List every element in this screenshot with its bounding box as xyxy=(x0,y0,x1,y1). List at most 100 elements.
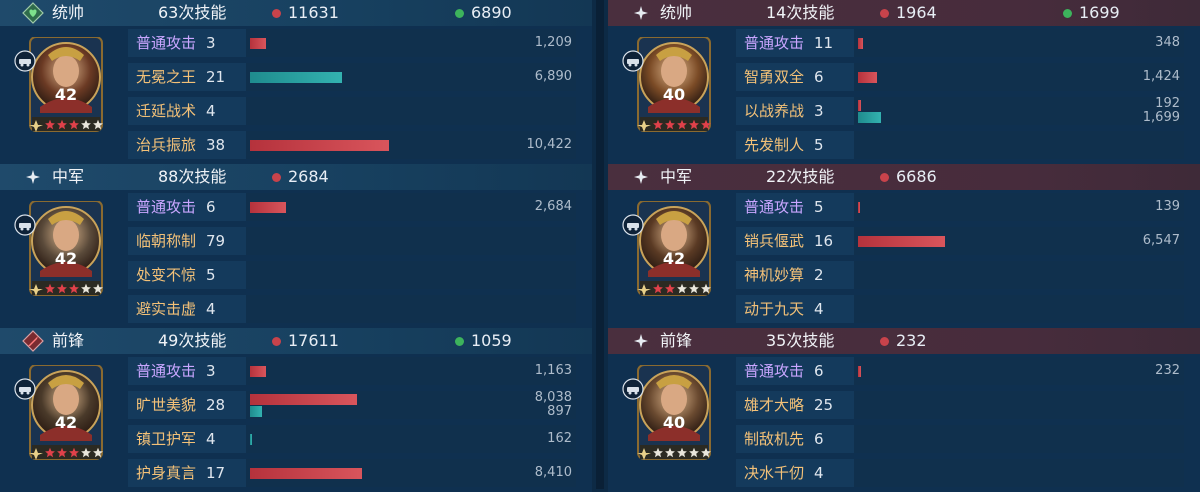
skill-name: 普通攻击 xyxy=(744,362,805,380)
skill-cast-count: 49次技能 xyxy=(158,331,227,350)
skill-row[interactable]: 避实击虚 4 xyxy=(128,292,578,326)
star-icon xyxy=(689,447,699,458)
skill-row[interactable]: 普通攻击 6 2,684 xyxy=(128,190,578,224)
rank-sparkle-icon xyxy=(29,284,43,296)
star-icon xyxy=(69,447,79,458)
skill-row[interactable]: 普通攻击 3 1,163 xyxy=(128,354,578,388)
skill-level: 6 xyxy=(206,198,216,216)
star-icon xyxy=(93,283,103,294)
skill-bar-track xyxy=(246,425,576,453)
star-icon xyxy=(69,119,79,130)
skill-bar-track xyxy=(854,97,1184,125)
damage-bar xyxy=(250,202,286,213)
skill-row[interactable]: 治兵振旅 38 10,422 xyxy=(128,128,578,162)
star-icon xyxy=(701,119,711,130)
skill-cast-count: 63次技能 xyxy=(158,3,227,22)
star-icon xyxy=(81,447,91,458)
skill-row[interactable]: 临朝称制 79 xyxy=(128,224,578,258)
star-icon xyxy=(45,119,55,130)
hero-level: 42 xyxy=(54,85,78,104)
skill-row[interactable]: 动于九天 4 xyxy=(736,292,1186,326)
skill-level: 4 xyxy=(814,300,824,318)
damage-value: 1,163 xyxy=(534,363,572,378)
skill-name: 智勇双全 xyxy=(744,68,805,86)
hero-body: 42 普通攻击 5 139 销兵偃武 16 6,547 神机妙算 2 动于九天 4 xyxy=(608,190,1200,328)
hero-level: 42 xyxy=(662,249,686,268)
skill-row[interactable]: 旷世美貌 28 8,038 897 xyxy=(128,388,578,422)
skill-level: 3 xyxy=(206,362,216,380)
skill-row[interactable]: 智勇双全 6 1,424 xyxy=(736,60,1186,94)
star-rating xyxy=(637,119,711,132)
damage-bar xyxy=(250,366,266,377)
skill-level: 4 xyxy=(814,464,824,482)
skill-row[interactable]: 普通攻击 11 348 xyxy=(736,26,1186,60)
star-icon xyxy=(57,447,67,458)
hero-header: 统帅 14次技能 1964 1699 xyxy=(608,0,1200,26)
sparkle-icon xyxy=(22,166,44,188)
skill-name: 普通攻击 xyxy=(744,34,805,52)
skill-level: 79 xyxy=(206,232,226,250)
skill-bar-track xyxy=(246,295,576,323)
skill-row[interactable]: 以战养战 3 192 1,699 xyxy=(736,94,1186,128)
skill-row[interactable]: 决水千仞 4 xyxy=(736,456,1186,490)
damage-total: 232 xyxy=(896,331,927,350)
skill-row[interactable]: 销兵偃武 16 6,547 xyxy=(736,224,1186,258)
sparkle-icon xyxy=(630,166,652,188)
skill-row[interactable]: 镇卫护军 4 162 xyxy=(128,422,578,456)
skill-bar-track xyxy=(246,227,576,255)
enemy-hero-block: 中军 22次技能 6686 42 普通攻击 5 139 销兵偃武 16 6,547 神机妙算 2 动于… xyxy=(608,164,1200,328)
star-icon xyxy=(653,447,663,458)
star-icon xyxy=(653,283,663,294)
heal-value: 6,890 xyxy=(534,69,572,84)
skill-level: 5 xyxy=(814,198,824,216)
heal-value: 897 xyxy=(547,404,572,419)
ally-hero-block: 统帅 63次技能 11631 6890 42 普通攻击 3 1,209 无冕之王 21 6,890… xyxy=(0,0,592,164)
skill-row[interactable]: 先发制人 5 xyxy=(736,128,1186,162)
damage-bar xyxy=(858,100,861,111)
skill-row[interactable]: 普通攻击 5 139 xyxy=(736,190,1186,224)
skill-cast-count: 14次技能 xyxy=(766,3,835,22)
sword-shield-icon xyxy=(22,330,44,352)
damage-total: 6686 xyxy=(896,167,937,186)
skill-row[interactable]: 普通攻击 3 1,209 xyxy=(128,26,578,60)
star-icon xyxy=(57,119,67,130)
skill-row[interactable]: 处变不惊 5 xyxy=(128,258,578,292)
enemy-side: 统帅 14次技能 1964 1699 40 普通攻击 11 348 智勇双全 6 1,424 以战养… xyxy=(608,0,1200,492)
star-icon xyxy=(57,283,67,294)
skill-row[interactable]: 雄才大略 25 xyxy=(736,388,1186,422)
skill-bar-track xyxy=(246,357,576,385)
damage-bar xyxy=(250,394,358,405)
hero-body: 42 普通攻击 6 2,684 临朝称制 79 处变不惊 5 避实击虚 4 xyxy=(0,190,592,328)
damage-bar xyxy=(858,72,877,83)
skill-row[interactable]: 制敌机先 6 xyxy=(736,422,1186,456)
skill-bar-track xyxy=(854,459,1184,487)
skill-name: 护身真言 xyxy=(136,464,197,482)
hero-body: 40 普通攻击 6 232 雄才大略 25 制敌机先 6 决水千仞 4 xyxy=(608,354,1200,492)
hero-role: 统帅 xyxy=(660,3,693,22)
skill-name: 制敌机先 xyxy=(744,430,805,448)
damage-value: 348 xyxy=(1155,35,1180,50)
skill-bar-track xyxy=(854,425,1184,453)
skill-row[interactable]: 神机妙算 2 xyxy=(736,258,1186,292)
skill-row[interactable]: 迁延战术 4 xyxy=(128,94,578,128)
heal-value: 162 xyxy=(547,431,572,446)
enemy-hero-block: 统帅 14次技能 1964 1699 40 普通攻击 11 348 智勇双全 6 1,424 以战养… xyxy=(608,0,1200,164)
damage-value: 1,209 xyxy=(534,35,572,50)
rank-sparkle-icon xyxy=(29,448,43,460)
damage-bar xyxy=(250,140,389,151)
star-icon xyxy=(45,447,55,458)
skill-level: 4 xyxy=(206,102,216,120)
skill-bar-track xyxy=(246,29,576,57)
skill-bar-track xyxy=(854,261,1184,289)
skill-row[interactable]: 普通攻击 6 232 xyxy=(736,354,1186,388)
star-icon xyxy=(665,447,675,458)
skill-name: 临朝称制 xyxy=(136,232,197,250)
skill-row[interactable]: 护身真言 17 8,410 xyxy=(128,456,578,490)
skill-row[interactable]: 无冕之王 21 6,890 xyxy=(128,60,578,94)
damage-bar xyxy=(250,468,363,479)
damage-total: 17611 xyxy=(288,331,339,350)
star-rating xyxy=(29,283,103,296)
skill-name: 普通攻击 xyxy=(136,198,197,216)
damage-dot xyxy=(880,9,889,18)
damage-value: 1,424 xyxy=(1142,69,1180,84)
